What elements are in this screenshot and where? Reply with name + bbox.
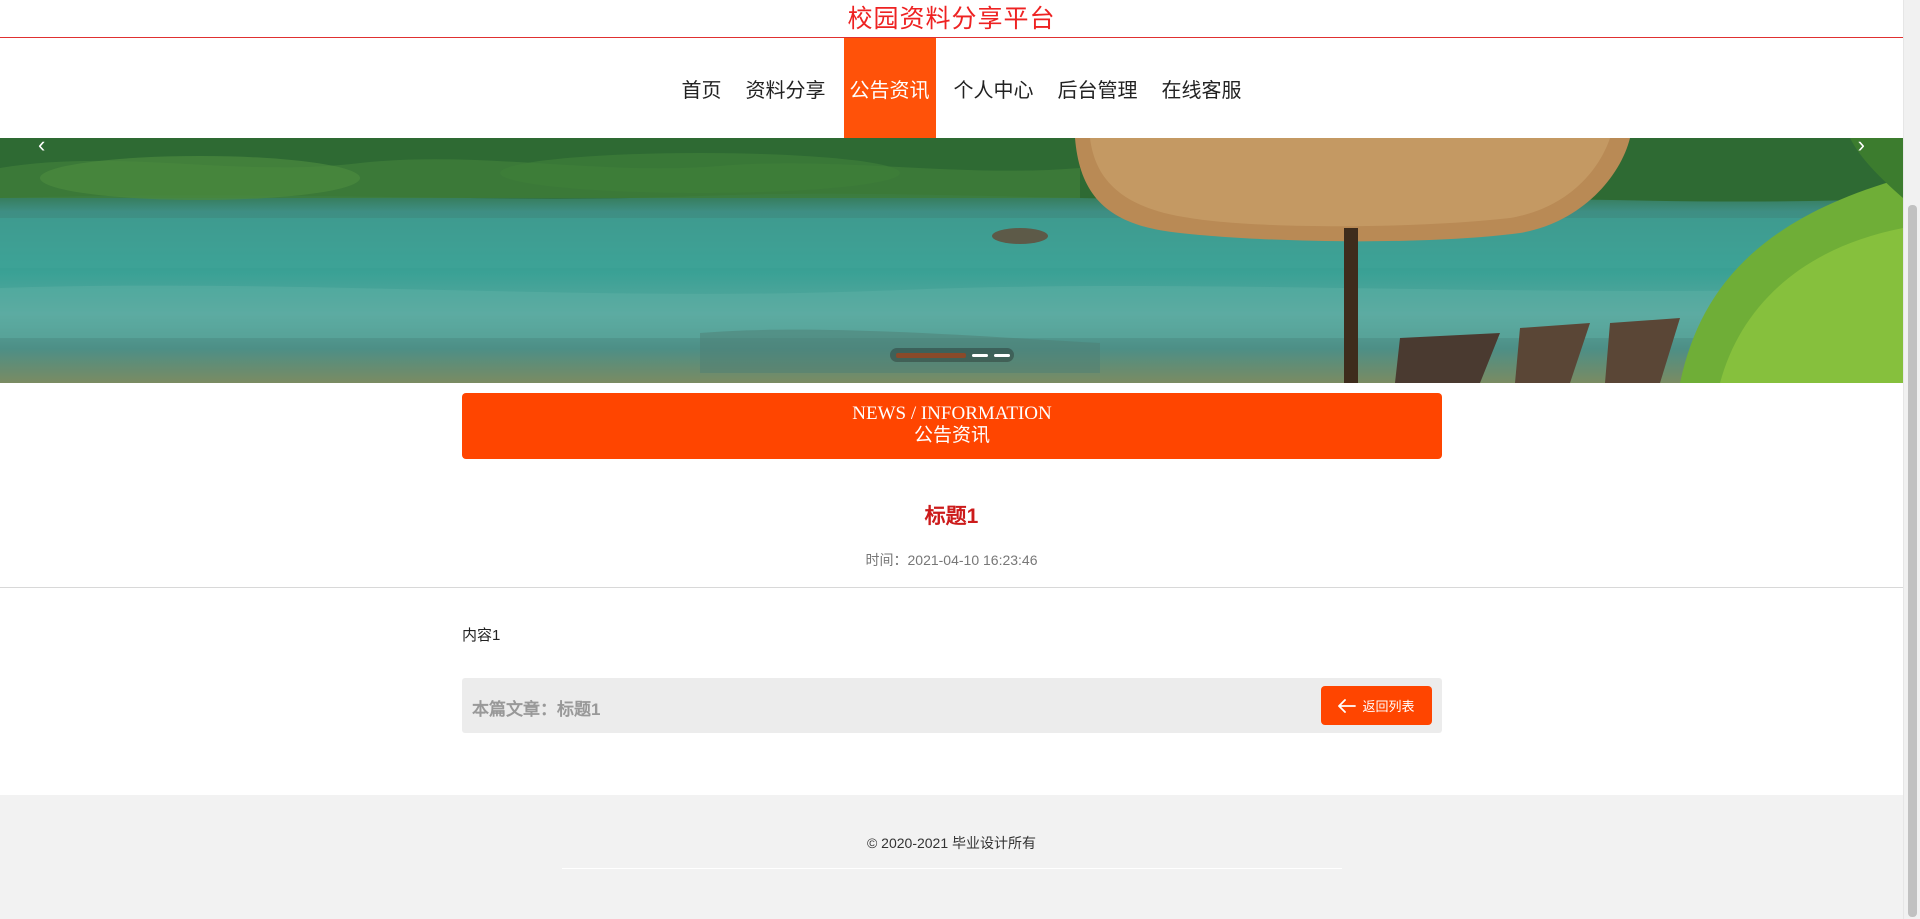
carousel-indicators	[890, 348, 1014, 362]
page: 校园资料分享平台 首页 资料分享 公告资讯 个人中心 后台管理 在线客服 ‹ ›…	[0, 0, 1920, 919]
section-title-en: NEWS / INFORMATION	[852, 403, 1052, 424]
copyright-text: © 2020-2021 毕业设计所有	[866, 835, 1037, 851]
banner-image	[0, 138, 1903, 383]
article-title: 标题1	[924, 505, 979, 528]
nav-item-resources[interactable]: 资料分享	[740, 38, 832, 138]
scrollbar-thumb[interactable]	[1908, 205, 1917, 917]
footer: © 2020-2021 毕业设计所有	[0, 795, 1903, 919]
nav-item-profile[interactable]: 个人中心	[948, 38, 1040, 138]
article-footer-bar: 本篇文章：标题1 返回列表	[462, 678, 1442, 733]
main-content: 校园资料分享平台 首页 资料分享 公告资讯 个人中心 后台管理 在线客服 ‹ ›…	[0, 0, 1903, 919]
section-header: NEWS / INFORMATION 公告资讯	[462, 393, 1442, 459]
nav-items: 首页 资料分享 公告资讯 个人中心 后台管理 在线客服	[0, 38, 1903, 138]
carousel-prev-icon[interactable]: ‹	[38, 138, 45, 158]
section-title-cn: 公告资讯	[913, 425, 990, 446]
nav-item-support[interactable]: 在线客服	[1156, 38, 1248, 138]
article-content: 内容1	[462, 627, 501, 644]
carousel-indicator[interactable]	[994, 353, 1010, 357]
nav-item-home[interactable]: 首页	[676, 38, 728, 138]
carousel-indicator[interactable]	[972, 353, 988, 357]
article-time: 时间：2021-04-10 16:23:46	[865, 552, 1038, 568]
carousel-next-icon[interactable]: ›	[1858, 138, 1865, 158]
site-title: 校园资料分享平台	[847, 5, 1056, 33]
arrow-left-icon	[1338, 698, 1357, 713]
back-to-list-label: 返回列表	[1362, 699, 1415, 714]
nav-item-news[interactable]: 公告资讯	[843, 38, 936, 138]
footer-divider	[562, 868, 1342, 869]
vertical-scrollbar[interactable]	[1903, 0, 1920, 919]
divider	[0, 587, 1903, 588]
navbar: 首页 资料分享 公告资讯 个人中心 后台管理 在线客服	[0, 38, 1903, 138]
top-header: 校园资料分享平台	[0, 0, 1903, 38]
current-article-label: 本篇文章：标题1	[472, 700, 601, 719]
back-to-list-button[interactable]: 返回列表	[1321, 686, 1432, 725]
banner-carousel[interactable]: ‹ ›	[0, 138, 1903, 383]
carousel-indicator[interactable]	[896, 352, 966, 358]
nav-item-admin[interactable]: 后台管理	[1052, 38, 1144, 138]
